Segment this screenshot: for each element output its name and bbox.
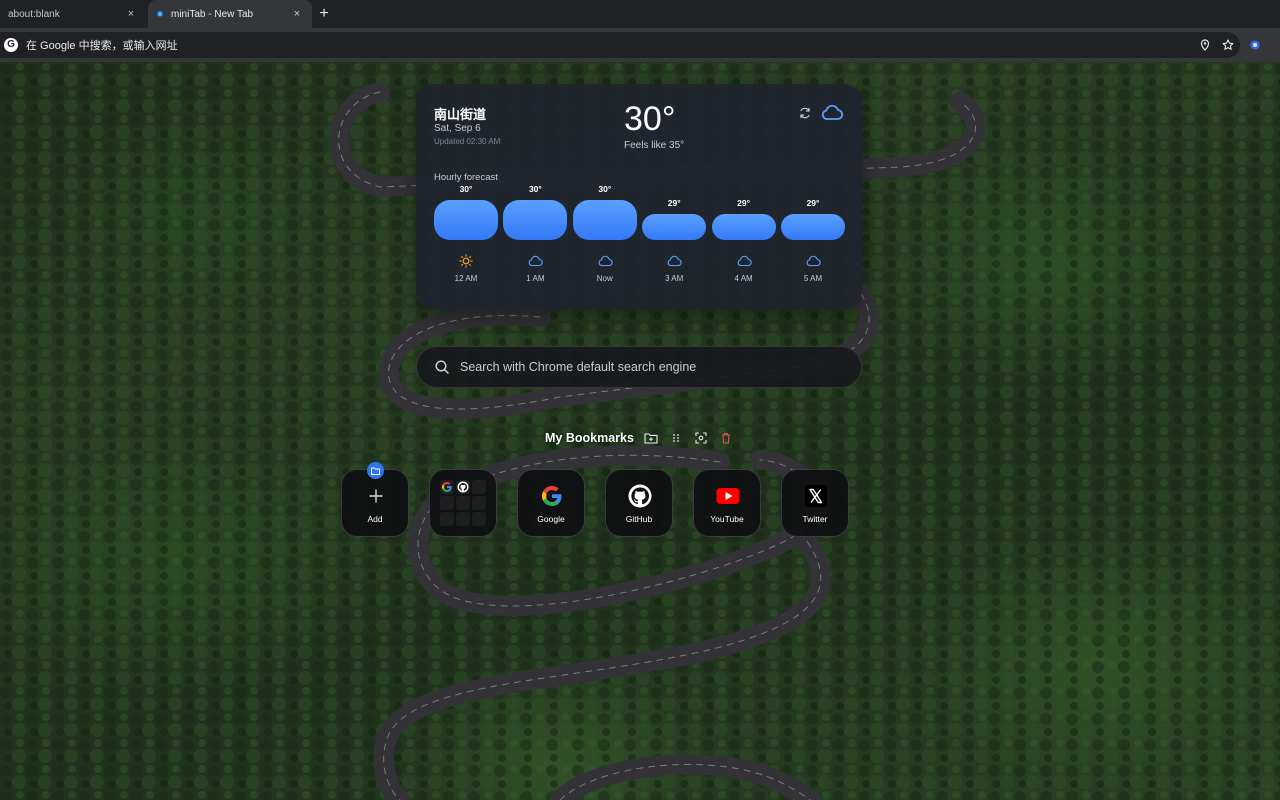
- tile-label: Twitter: [802, 514, 828, 524]
- hourly-forecast-item: 29° 3 AM: [642, 190, 707, 290]
- hourly-temperature: 30°: [459, 184, 473, 194]
- temperature-bar: [434, 200, 498, 240]
- drag-grid-icon[interactable]: [668, 430, 684, 446]
- hourly-temperature: 30°: [598, 184, 612, 194]
- folder-add-icon[interactable]: [643, 430, 659, 446]
- tab-minitab[interactable]: miniTab - New Tab ×: [148, 0, 312, 28]
- cloud-icon: [820, 102, 844, 122]
- cloud-icon: [805, 254, 821, 268]
- plus-icon: [364, 484, 388, 508]
- youtube-icon: [716, 484, 740, 508]
- folder-icon: [440, 480, 488, 528]
- tab-close-icon[interactable]: ×: [124, 7, 138, 21]
- hourly-forecast-label: Hourly forecast: [434, 172, 498, 183]
- current-temperature: 30°: [624, 100, 676, 138]
- hourly-time: 1 AM: [526, 274, 545, 283]
- omnibox-placeholder[interactable]: 在 Google 中搜索，或输入网址: [26, 37, 1194, 53]
- search-icon: [434, 359, 450, 375]
- tab-title: miniTab - New Tab: [171, 8, 254, 20]
- new-tab-button[interactable]: +: [312, 0, 336, 28]
- x-icon: [804, 484, 828, 508]
- tab-title: about:blank: [8, 8, 60, 20]
- google-icon: [540, 484, 564, 508]
- hourly-time: Now: [596, 274, 613, 283]
- temperature-bar: [642, 214, 707, 240]
- hourly-time: 3 AM: [665, 274, 684, 283]
- bookmarks-title: My Bookmarks: [545, 431, 634, 445]
- extension-icon[interactable]: [1240, 39, 1270, 51]
- trash-icon[interactable]: [718, 430, 734, 446]
- temperature-bar: [503, 200, 568, 240]
- github-bookmark-tile[interactable]: GitHub: [605, 469, 673, 537]
- cloud-icon: [597, 254, 613, 268]
- weather-date: Sat, Sep 6: [434, 123, 481, 134]
- hourly-forecast-item: 30° 12 AM: [434, 184, 498, 290]
- location-pin-icon[interactable]: [1194, 34, 1216, 56]
- youtube-bookmark-tile[interactable]: YouTube: [693, 469, 761, 537]
- hourly-forecast-item: 29° 4 AM: [711, 190, 776, 290]
- tab-about-blank[interactable]: about:blank ×: [0, 0, 146, 28]
- github-mini-icon: [456, 480, 470, 494]
- folder-badge-icon[interactable]: [367, 462, 384, 479]
- bookmark-star-icon[interactable]: [1217, 34, 1239, 56]
- browser-toolbar: G 在 Google 中搜索，或输入网址: [0, 28, 1280, 62]
- bookmark-folder-tile[interactable]: [429, 469, 497, 537]
- tile-label: Google: [537, 514, 565, 524]
- search-input[interactable]: [460, 360, 861, 374]
- hourly-temperature: 29°: [667, 198, 681, 208]
- twitter-bookmark-tile[interactable]: Twitter: [781, 469, 849, 537]
- temperature-bar: [711, 214, 776, 240]
- weather-updated-time: Updated 02:30 AM: [434, 137, 501, 146]
- hourly-time: 4 AM: [734, 274, 753, 283]
- weather-location: 南山街道: [434, 107, 487, 122]
- omnibox[interactable]: G 在 Google 中搜索，或输入网址: [0, 32, 1240, 58]
- tile-label: GitHub: [625, 514, 653, 524]
- hourly-temperature: 30°: [528, 184, 542, 194]
- refresh-icon[interactable]: [798, 106, 812, 120]
- hourly-forecast-item: 30° Now: [572, 184, 637, 290]
- hourly-temperature: 29°: [806, 198, 820, 208]
- hourly-time: 5 AM: [803, 274, 823, 283]
- hourly-forecast: 30° 12 AM 30° 1 AM 30° Now 29° 3 AM 29° 4 AM 29° 5 …: [434, 184, 845, 290]
- hourly-time: 12 AM: [454, 274, 478, 283]
- github-icon: [628, 484, 652, 508]
- add-bookmark-tile[interactable]: Add: [341, 462, 409, 537]
- tile-label: YouTube: [710, 514, 744, 524]
- temperature-bar: [572, 200, 637, 240]
- tab-strip: about:blank × miniTab - New Tab × +: [0, 0, 1280, 28]
- hourly-forecast-item: 29° 5 AM: [781, 190, 845, 290]
- cloud-icon: [666, 254, 682, 268]
- hourly-forecast-item: 30° 1 AM: [503, 184, 568, 290]
- cloud-icon: [527, 254, 544, 268]
- hourly-temperature: 29°: [737, 198, 751, 208]
- temperature-bar: [781, 214, 845, 240]
- cloud-icon: [736, 254, 752, 268]
- feels-like: Feels like 35°: [624, 140, 685, 151]
- google-bookmark-tile[interactable]: Google: [517, 469, 585, 537]
- google-mini-icon: [440, 480, 454, 494]
- search-bar[interactable]: [416, 346, 862, 388]
- google-g-icon: G: [4, 38, 18, 52]
- weather-widget: 南山街道 Sat, Sep 6 Updated 02:30 AM 30° Fee…: [416, 84, 862, 310]
- tab-close-icon[interactable]: ×: [290, 7, 304, 21]
- bookmarks-header: My Bookmarks: [545, 430, 743, 446]
- tile-label: Add: [367, 514, 383, 524]
- screenshot-icon[interactable]: [693, 430, 709, 446]
- minitab-favicon-icon: [156, 10, 164, 18]
- sun-icon: [458, 254, 474, 268]
